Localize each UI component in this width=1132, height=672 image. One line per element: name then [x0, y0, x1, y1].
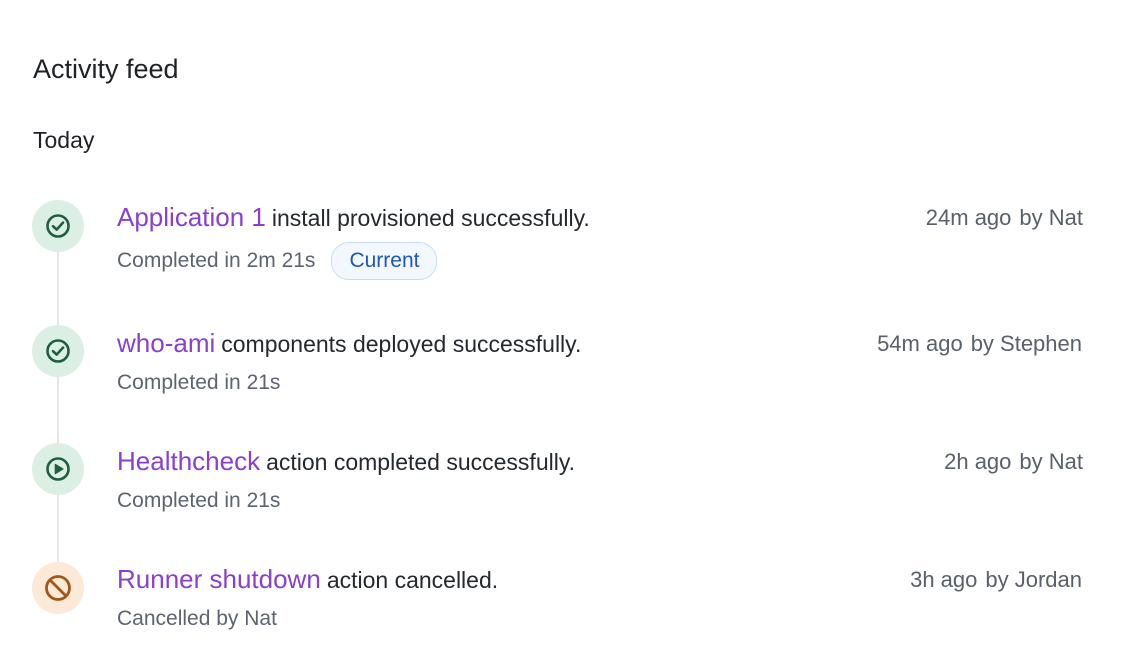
activity-detail-row: Completed in 21s [117, 487, 280, 515]
activity-message: install provisioned successfully. [271, 205, 590, 231]
activity-subject-link[interactable]: Application 1 [117, 202, 266, 232]
timeline-connector [57, 240, 59, 570]
activity-subject-link[interactable]: Runner shutdown [117, 564, 321, 594]
check-circle-icon [46, 214, 70, 238]
prohibited-icon [45, 575, 71, 601]
activity-message: action cancelled. [326, 567, 499, 593]
activity-meta: 54m ago by Stephen [877, 329, 1082, 359]
activity-headline: who-ami components deployed successfully. [117, 328, 581, 359]
activity-subject-link[interactable]: Healthcheck [117, 446, 260, 476]
activity-time: 2h ago [944, 449, 1012, 474]
activity-author: by Nat [1019, 205, 1083, 230]
check-circle-icon [46, 339, 70, 363]
status-badge [32, 562, 84, 614]
play-circle-icon [46, 457, 70, 481]
activity-meta: 2h ago by Nat [944, 447, 1083, 477]
activity-headline: Application 1 install provisioned success… [117, 202, 590, 233]
activity-headline: Runner shutdown action cancelled. [117, 564, 498, 595]
status-badge [32, 325, 84, 377]
activity-time: 3h ago [910, 567, 978, 592]
activity-headline: Healthcheck action completed successfully… [117, 446, 575, 477]
activity-time: 24m ago [925, 205, 1012, 230]
activity-time: 54m ago [877, 331, 963, 356]
date-group-label: Today [33, 127, 95, 153]
activity-author: by Nat [1019, 449, 1083, 474]
current-status-pill: Current [331, 242, 438, 280]
activity-detail-row: Completed in 2m 21s Current [117, 242, 438, 280]
activity-message: components deployed successfully. [221, 331, 582, 357]
activity-author: by Jordan [985, 567, 1082, 592]
activity-detail: Completed in 21s [117, 489, 281, 512]
status-badge [32, 443, 84, 495]
activity-author: by Stephen [970, 331, 1082, 356]
activity-detail-row: Cancelled by Nat [117, 605, 277, 633]
activity-message: action completed successfully. [266, 449, 576, 475]
activity-meta: 3h ago by Jordan [910, 565, 1082, 595]
activity-subject-link[interactable]: who-ami [117, 328, 215, 358]
activity-meta: 24m ago by Nat [926, 203, 1083, 233]
activity-detail-row: Completed in 21s [117, 369, 280, 397]
activity-detail: Completed in 21s [117, 371, 281, 394]
page-title: Activity feed [33, 54, 179, 84]
activity-detail: Cancelled by Nat [117, 607, 277, 630]
status-badge [32, 200, 84, 252]
activity-detail: Completed in 2m 21s [117, 249, 316, 272]
